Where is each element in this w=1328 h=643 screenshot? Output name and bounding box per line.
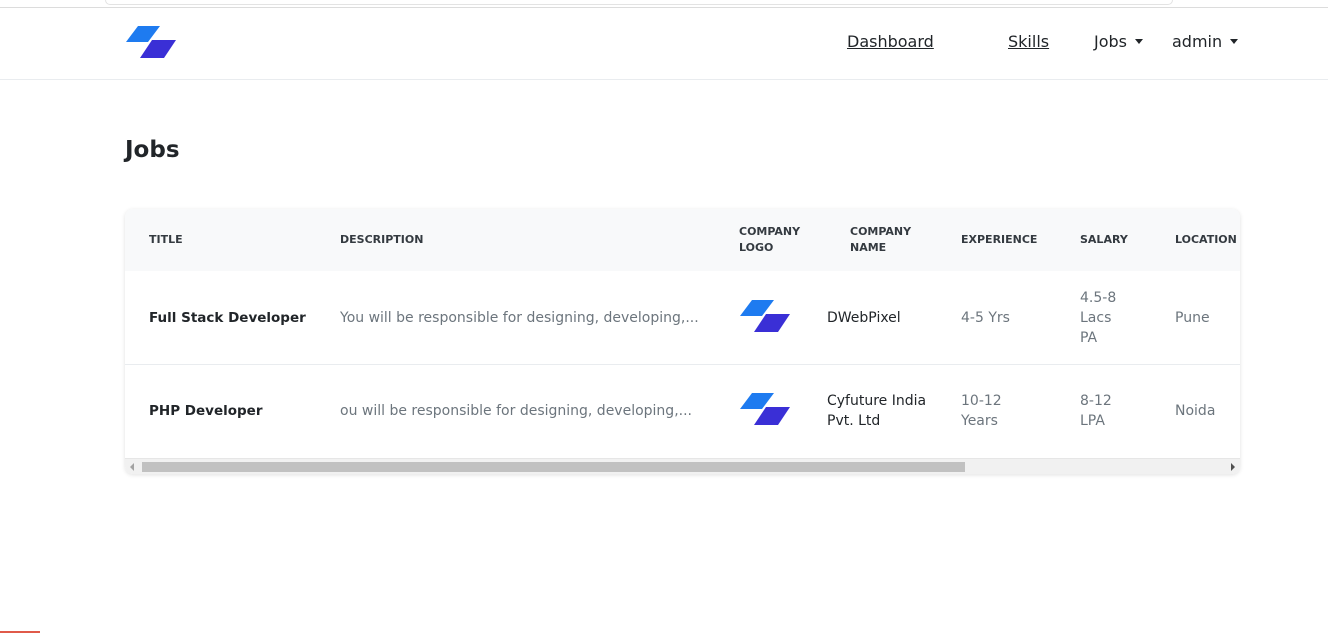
- company-name: Cyfuture India Pvt. Ltd: [827, 391, 926, 431]
- company-name-line1: DWebPixel: [827, 310, 901, 326]
- browser-frame-edge: [105, 0, 1173, 5]
- company-name-line2: Pvt. Ltd: [827, 413, 881, 429]
- nav-dashboard-link[interactable]: Dashboard: [847, 32, 934, 51]
- horizontal-scrollbar[interactable]: [125, 458, 1240, 474]
- company-name: DWebPixel: [827, 308, 901, 328]
- location: Noida: [1175, 403, 1216, 419]
- user-menu-label: admin: [1172, 32, 1223, 51]
- table-row[interactable]: PHP Developer ou will be responsible for…: [125, 365, 1240, 457]
- location: Pune: [1175, 310, 1210, 326]
- top-navbar: Dashboard Skills Jobs admin: [0, 8, 1328, 80]
- column-header-title: TITLE: [149, 233, 183, 246]
- job-description: ou will be responsible for designing, de…: [340, 403, 692, 419]
- table-row[interactable]: Full Stack Developer You will be respons…: [125, 271, 1240, 365]
- brand-logo-icon[interactable]: [126, 26, 176, 60]
- nav-skills-link[interactable]: Skills: [1008, 32, 1049, 51]
- page-title: Jobs: [125, 137, 180, 163]
- column-header-company-name-line2: NAME: [850, 241, 887, 254]
- experience: 10-12 Years: [961, 391, 1002, 431]
- experience-line1: 4-5 Yrs: [961, 310, 1010, 326]
- column-header-company-logo: COMPANY LOGO: [739, 224, 800, 256]
- company-logo-icon: [740, 393, 790, 425]
- company-name-line1: Cyfuture India: [827, 393, 927, 409]
- company-logo-icon: [740, 300, 790, 332]
- chevron-down-icon: [1135, 39, 1143, 44]
- experience-line2: Years: [961, 413, 998, 429]
- job-title: PHP Developer: [149, 403, 263, 419]
- salary-line2: Lacs: [1080, 310, 1112, 326]
- column-header-company-logo-line2: LOGO: [739, 241, 774, 254]
- salary-line1: 4.5-8: [1080, 290, 1117, 306]
- column-header-description: DESCRIPTION: [340, 233, 424, 246]
- chevron-down-icon: [1230, 39, 1239, 44]
- nav-jobs-label: Jobs: [1094, 32, 1127, 51]
- salary: 4.5-8 Lacs PA: [1080, 288, 1116, 348]
- column-header-company-name-line1: COMPANY: [850, 225, 912, 238]
- salary: 8-12 LPA: [1080, 391, 1112, 431]
- user-menu-dropdown[interactable]: admin: [1172, 32, 1239, 51]
- job-description: You will be responsible for designing, d…: [340, 310, 699, 326]
- experience: 4-5 Yrs: [961, 308, 1010, 328]
- scrollbar-thumb[interactable]: [142, 462, 965, 472]
- column-header-company-name: COMPANY NAME: [850, 224, 911, 256]
- scroll-right-arrow-icon[interactable]: [1231, 463, 1235, 471]
- column-header-experience: EXPERIENCE: [961, 233, 1038, 246]
- job-title: Full Stack Developer: [149, 310, 306, 326]
- corner-indicator: [0, 631, 40, 643]
- table-header: TITLE DESCRIPTION COMPANY LOGO COMPANY N…: [125, 209, 1240, 271]
- column-header-salary: SALARY: [1080, 233, 1128, 246]
- salary-line3: PA: [1080, 330, 1098, 346]
- nav-jobs-dropdown[interactable]: Jobs: [1094, 32, 1143, 51]
- column-header-company-logo-line1: COMPANY: [739, 225, 801, 238]
- salary-line1: 8-12: [1080, 393, 1112, 409]
- experience-line1: 10-12: [961, 393, 1002, 409]
- browser-top-edge: [0, 0, 1328, 8]
- scroll-left-arrow-icon[interactable]: [130, 463, 134, 471]
- column-header-location: LOCATION: [1175, 233, 1237, 246]
- salary-line2: LPA: [1080, 413, 1105, 429]
- jobs-table: TITLE DESCRIPTION COMPANY LOGO COMPANY N…: [125, 209, 1240, 474]
